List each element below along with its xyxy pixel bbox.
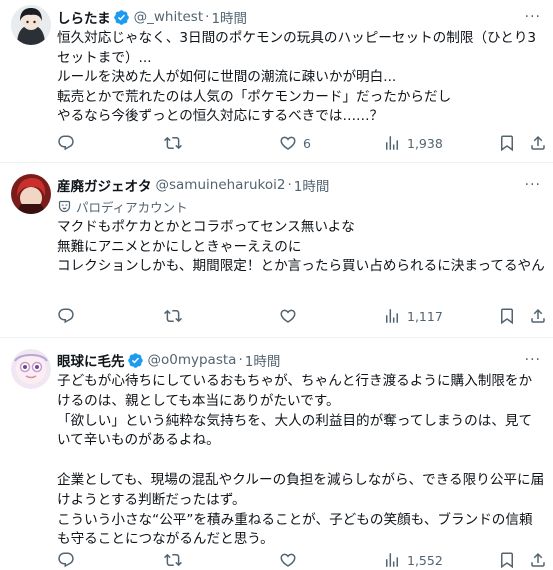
post[interactable]: 産廃ガジェオタ @samuineharukoi2 · 1時間 ··· パロディア… xyxy=(0,163,553,337)
reply-button[interactable] xyxy=(57,134,81,152)
parody-label-text: パロディアカウント xyxy=(76,199,188,215)
display-name[interactable]: 産廃ガジェオタ xyxy=(57,175,152,195)
share-icon xyxy=(529,307,547,325)
view-count: 1,117 xyxy=(407,308,443,324)
share-button[interactable] xyxy=(529,134,547,152)
post-text: マクドもポケカとかとコラボってセンス無いよな 無難にアニメとかにしときゃーええの… xyxy=(57,219,545,274)
reply-icon xyxy=(57,307,75,325)
view-count: 1,552 xyxy=(407,552,443,568)
repost-button[interactable] xyxy=(164,307,188,325)
anime-avatar-icon xyxy=(11,349,51,389)
verified-badge-icon xyxy=(127,352,144,369)
parody-label: パロディアカウント xyxy=(57,196,545,216)
bookmark-button[interactable] xyxy=(498,551,516,569)
avatar[interactable] xyxy=(11,5,51,45)
repost-button[interactable] xyxy=(164,551,188,569)
post-text: 子どもが心待ちにしているおもちゃが、ちゃんと行き渡るように購入制限をかけるのは、… xyxy=(57,373,545,548)
reply-button[interactable] xyxy=(57,307,81,325)
views-icon xyxy=(383,551,401,569)
share-icon xyxy=(529,551,547,569)
like-icon xyxy=(279,134,297,152)
share-button[interactable] xyxy=(529,551,547,569)
repost-button[interactable] xyxy=(164,134,188,152)
post-time[interactable]: 1時間 xyxy=(211,7,247,27)
share-button[interactable] xyxy=(529,307,547,325)
user-handle[interactable]: @samuineharukoi2 xyxy=(156,177,286,193)
like-icon xyxy=(279,307,297,325)
user-handle[interactable]: @o0mypasta xyxy=(148,352,237,368)
display-name[interactable]: 眼球に毛先 xyxy=(57,350,125,370)
reply-icon xyxy=(57,551,75,569)
like-button[interactable] xyxy=(279,307,303,325)
display-name[interactable]: しらたま xyxy=(57,7,111,27)
share-icon xyxy=(529,134,547,152)
views-button[interactable]: 1,938 xyxy=(383,134,443,152)
views-icon xyxy=(383,134,401,152)
like-icon xyxy=(279,551,297,569)
post[interactable]: 眼球に毛先 @o0mypasta · 1時間 ··· 子どもが心待ちにしているお… xyxy=(0,338,553,570)
views-icon xyxy=(383,307,401,325)
post-time[interactable]: 1時間 xyxy=(294,175,330,195)
bookmark-button[interactable] xyxy=(498,307,516,325)
anime-avatar-icon xyxy=(11,174,51,214)
views-button[interactable]: 1,117 xyxy=(383,307,443,325)
anime-avatar-icon xyxy=(11,5,51,45)
like-count: 6 xyxy=(303,135,311,151)
avatar[interactable] xyxy=(11,349,51,389)
more-icon[interactable]: ··· xyxy=(525,177,545,193)
verified-badge-icon xyxy=(113,9,130,26)
views-button[interactable]: 1,552 xyxy=(383,551,443,569)
separator-dot: · xyxy=(205,9,210,25)
repost-icon xyxy=(164,134,182,152)
separator-dot: · xyxy=(287,177,292,193)
view-count: 1,938 xyxy=(407,135,443,151)
bookmark-button[interactable] xyxy=(498,134,516,152)
repost-icon xyxy=(164,307,182,325)
bookmark-icon xyxy=(498,551,516,569)
reply-button[interactable] xyxy=(57,551,81,569)
like-button[interactable] xyxy=(279,551,303,569)
post-text: 恒久対応じゃなく、3日間のポケモンの玩具のハッピーセットの制限（ひとり3セットま… xyxy=(57,30,537,124)
repost-icon xyxy=(164,551,182,569)
separator-dot: · xyxy=(238,352,243,368)
post-time[interactable]: 1時間 xyxy=(245,350,281,370)
post[interactable]: しらたま @_whitest · 1時間 ··· 恒久対応じゃなく、3日間のポケ… xyxy=(0,0,553,160)
reply-icon xyxy=(57,134,75,152)
user-handle[interactable]: @_whitest xyxy=(134,9,204,25)
more-icon[interactable]: ··· xyxy=(525,352,545,368)
like-button[interactable]: 6 xyxy=(279,134,311,152)
avatar[interactable] xyxy=(11,174,51,214)
bookmark-icon xyxy=(498,307,516,325)
bookmark-icon xyxy=(498,134,516,152)
more-icon[interactable]: ··· xyxy=(525,9,545,25)
parody-icon xyxy=(58,200,71,212)
